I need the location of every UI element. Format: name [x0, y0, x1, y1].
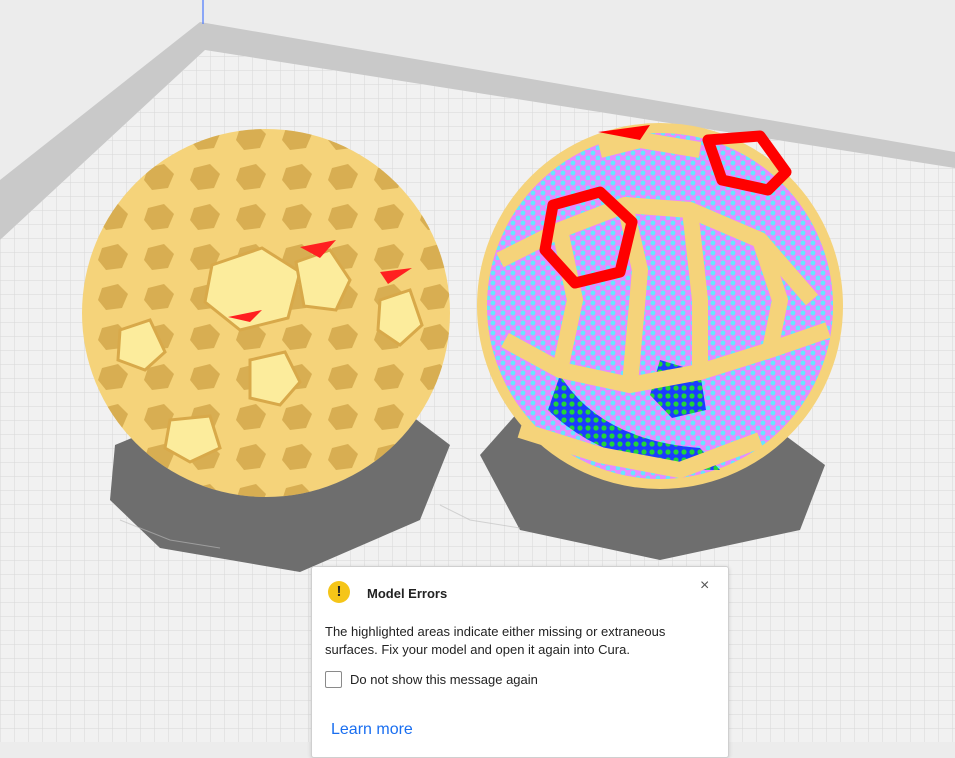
warning-icon: ! [328, 581, 350, 603]
dialog-title: Model Errors [367, 586, 448, 601]
close-button[interactable]: × [700, 577, 709, 595]
model-errors-dialog: ! Model Errors × The highlighted areas i… [311, 566, 729, 758]
model-right-ball[interactable] [477, 123, 843, 489]
dont-show-again-label[interactable]: Do not show this message again [350, 672, 538, 687]
close-icon: × [700, 577, 710, 594]
model-left-ball[interactable] [82, 129, 450, 497]
learn-more-link[interactable]: Learn more [331, 721, 413, 739]
dont-show-again-checkbox[interactable] [325, 671, 342, 688]
dialog-message: The highlighted areas indicate either mi… [325, 624, 666, 657]
